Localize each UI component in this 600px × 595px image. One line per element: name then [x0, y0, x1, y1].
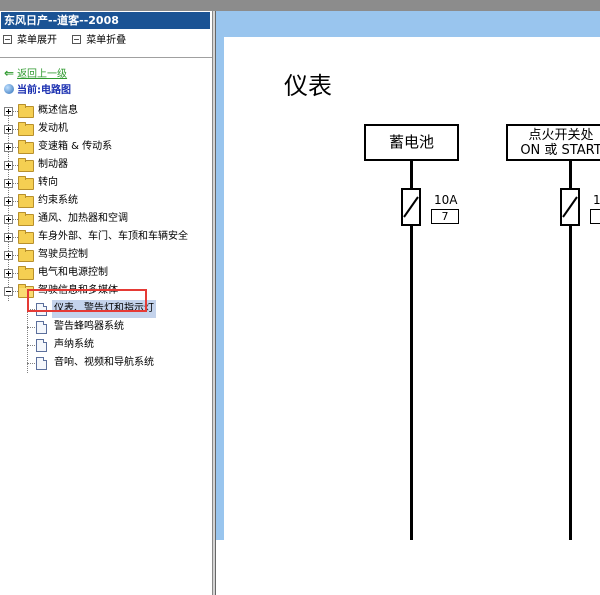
menu-controls: 菜单展开 菜单折叠 — [3, 34, 138, 47]
tree-item-label[interactable]: 变速箱 & 传动系 — [38, 138, 112, 156]
back-row: ⇐ 返回上一级 — [4, 66, 67, 81]
expand-box-icon — [3, 34, 12, 44]
expand-toggle-icon[interactable] — [4, 143, 13, 152]
menu-collapse-button[interactable]: 菜单折叠 — [72, 34, 126, 47]
fuse-2-amp: 10 — [593, 193, 600, 207]
window-top-bar — [0, 0, 600, 11]
fuse-slash-icon — [403, 196, 419, 218]
expand-toggle-icon[interactable] — [4, 107, 13, 116]
tree-item-label[interactable]: 通风、加热器和空调 — [38, 210, 128, 228]
battery-box: 蓄电池 — [364, 124, 459, 161]
diagram-title: 仪表 — [284, 72, 332, 100]
back-arrow-icon[interactable]: ⇐ — [4, 66, 14, 80]
tree-child-label[interactable]: 声纳系统 — [52, 336, 96, 354]
menu-expand-label: 菜单展开 — [17, 35, 57, 46]
nav-pane: 东风日产--道客--2008 菜单展开 菜单折叠 ⇐ 返回上一级 当前:电路图 概… — [0, 11, 212, 595]
tree-item-label[interactable]: 概述信息 — [38, 102, 78, 120]
document-icon — [36, 339, 47, 352]
folder-icon — [18, 176, 34, 190]
expand-toggle-icon[interactable] — [4, 233, 13, 242]
ignition-label-line2: ON 或 START — [520, 143, 600, 158]
wire-segment — [569, 161, 572, 188]
nav-divider — [0, 57, 212, 58]
tree-child-label[interactable]: 音响、视频和导航系统 — [52, 354, 156, 372]
expand-toggle-icon[interactable] — [4, 197, 13, 206]
folder-icon — [18, 248, 34, 262]
expand-toggle-icon[interactable] — [4, 161, 13, 170]
expand-toggle-icon[interactable] — [4, 179, 13, 188]
fuse-1-amp: 10A — [434, 193, 458, 207]
current-location: 当前:电路图 — [4, 84, 71, 97]
tree-child-label[interactable]: 警告蜂鸣器系统 — [52, 318, 126, 336]
menu-collapse-label: 菜单折叠 — [86, 35, 127, 46]
menu-expand-button[interactable]: 菜单展开 — [3, 34, 57, 47]
globe-icon — [4, 84, 14, 94]
tree-connector — [27, 327, 35, 328]
ignition-label-line1: 点火开关处 — [528, 128, 594, 143]
ignition-box: 点火开关处 ON 或 START — [506, 124, 600, 161]
expand-toggle-icon[interactable] — [4, 125, 13, 134]
content-pane-bottom — [216, 540, 600, 595]
fuse-slash-icon — [562, 196, 578, 218]
folder-icon — [18, 266, 34, 280]
tree-connector — [27, 345, 35, 346]
tree-item-label[interactable]: 制动器 — [38, 156, 68, 174]
tree-item-label[interactable]: 发动机 — [38, 120, 68, 138]
folder-icon — [18, 158, 34, 172]
folder-icon — [18, 140, 34, 154]
nav-title: 东风日产--道客--2008 — [1, 12, 210, 29]
wire-segment — [410, 226, 413, 540]
fuse-symbol-2 — [560, 188, 580, 226]
folder-icon — [18, 212, 34, 226]
tree-item-label[interactable]: 转向 — [38, 174, 58, 192]
tree-item-label[interactable]: 驾驶员控制 — [38, 246, 88, 264]
highlight-box — [27, 289, 147, 312]
document-icon — [36, 357, 47, 370]
wire-segment — [410, 161, 413, 188]
expand-toggle-icon[interactable] — [4, 251, 13, 260]
current-location-label: 当前:电路图 — [17, 85, 71, 96]
tree-item-label[interactable]: 约束系统 — [38, 192, 78, 210]
folder-icon — [18, 194, 34, 208]
collapse-toggle-icon[interactable] — [4, 287, 13, 296]
folder-icon — [18, 230, 34, 244]
expand-toggle-icon[interactable] — [4, 269, 13, 278]
expand-toggle-icon[interactable] — [4, 215, 13, 224]
document-icon — [36, 321, 47, 334]
tree-item-label[interactable]: 车身外部、车门、车顶和车辆安全 — [38, 228, 188, 246]
fuse-1-number: 7 — [431, 209, 459, 224]
content-pane: 仪表 蓄电池 点火开关处 ON 或 START 10A 7 10 — [216, 11, 600, 595]
fuse-symbol-1 — [401, 188, 421, 226]
tree-item-label[interactable]: 电气和电源控制 — [38, 264, 108, 282]
collapse-box-icon — [72, 34, 82, 44]
folder-icon — [18, 122, 34, 136]
back-link[interactable]: 返回上一级 — [17, 69, 67, 80]
wire-segment — [569, 226, 572, 540]
fuse-2-number — [590, 209, 600, 224]
tree-connector — [27, 363, 35, 364]
diagram-page: 仪表 蓄电池 点火开关处 ON 或 START 10A 7 10 — [224, 37, 600, 540]
folder-icon — [18, 104, 34, 118]
